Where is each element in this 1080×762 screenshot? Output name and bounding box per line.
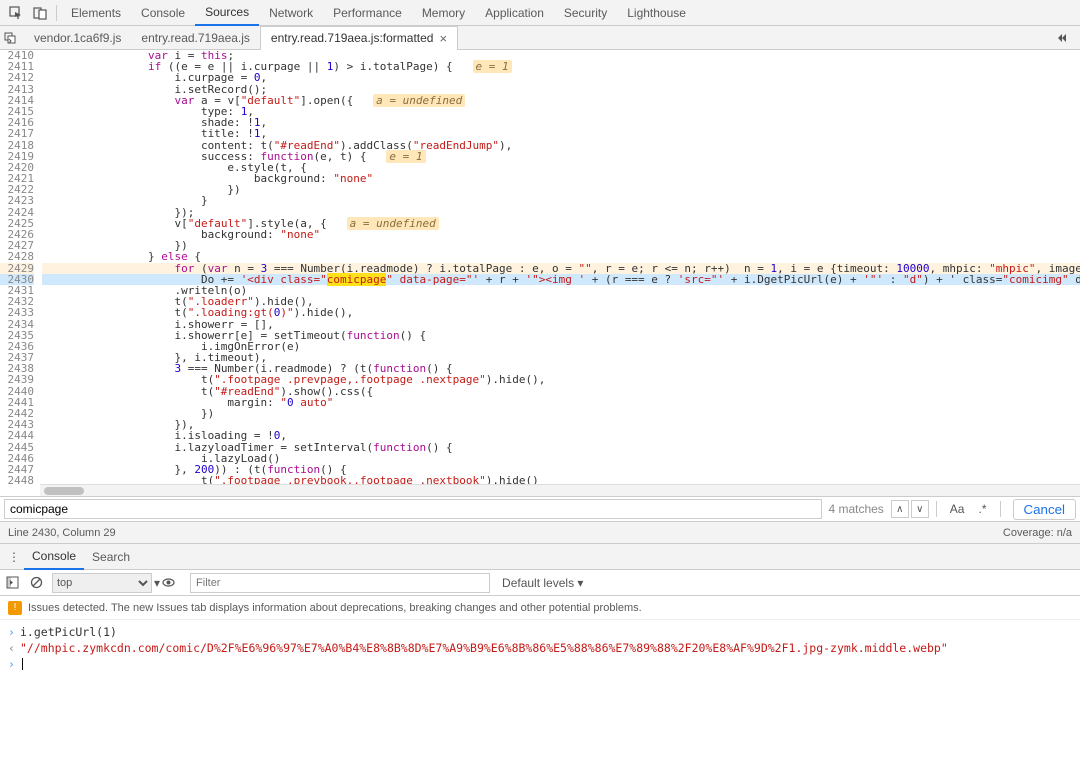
- warning-icon: !: [8, 601, 22, 615]
- prev-match-button[interactable]: ∧: [891, 500, 909, 518]
- context-select[interactable]: top: [52, 573, 152, 593]
- caret: [22, 658, 23, 670]
- scrollbar-thumb[interactable]: [44, 487, 84, 495]
- code-line[interactable]: background: "none": [42, 229, 1080, 240]
- levels-select[interactable]: Default levels ▾: [502, 576, 583, 590]
- coverage-status: Coverage: n/a: [1003, 527, 1072, 539]
- code-line[interactable]: t(".loading:gt(0)").hide(),: [42, 307, 1080, 318]
- regex-toggle[interactable]: .*: [975, 502, 989, 516]
- console-prompt[interactable]: ›: [8, 656, 1072, 672]
- chevron-right-icon: ›: [8, 656, 20, 672]
- tab-application[interactable]: Application: [475, 0, 554, 26]
- tab-network[interactable]: Network: [259, 0, 323, 26]
- case-toggle[interactable]: Aa: [947, 502, 968, 516]
- clear-console-icon[interactable]: [30, 576, 50, 589]
- cursor-position: Line 2430, Column 29: [8, 527, 116, 539]
- code-line[interactable]: }): [42, 408, 1080, 419]
- cancel-button[interactable]: Cancel: [1013, 499, 1077, 520]
- inspect-icon[interactable]: [6, 3, 26, 23]
- file-tab-1[interactable]: entry.read.719aea.js: [131, 26, 260, 50]
- file-tab-0[interactable]: vendor.1ca6f9.js: [24, 26, 131, 50]
- chevron-right-icon: ›: [8, 624, 20, 640]
- drawer-tab-console[interactable]: Console: [24, 544, 84, 570]
- tabs-overflow-icon[interactable]: [1056, 32, 1076, 44]
- divider: [56, 5, 57, 21]
- drawer-grip-icon[interactable]: ⋮: [8, 550, 20, 564]
- chevron-left-icon: ‹: [8, 640, 20, 656]
- console-output-row: ‹ "//mhpic.zymkcdn.com/comic/D%2F%E6%96%…: [8, 640, 1072, 656]
- device-icon[interactable]: [30, 3, 50, 23]
- code-line[interactable]: }: [42, 195, 1080, 206]
- tab-console[interactable]: Console: [131, 0, 195, 26]
- divider: [936, 501, 937, 517]
- live-expr-icon[interactable]: [162, 576, 182, 589]
- tab-performance[interactable]: Performance: [323, 0, 412, 26]
- code-line[interactable]: t(".footpage .prevbook,.footpage .nextbo…: [42, 475, 1080, 484]
- file-tab-label: entry.read.719aea.js:formatted: [271, 31, 434, 45]
- drawer-tab-search[interactable]: Search: [84, 544, 138, 570]
- next-match-button[interactable]: ∨: [911, 500, 929, 518]
- code-line[interactable]: title: !1,: [42, 128, 1080, 139]
- code-line[interactable]: i.curpage = 0,: [42, 72, 1080, 83]
- issues-text: Issues detected. The new Issues tab disp…: [28, 602, 642, 614]
- tab-memory[interactable]: Memory: [412, 0, 475, 26]
- tab-sources[interactable]: Sources: [195, 0, 259, 26]
- search-match-count: 4 matches: [828, 502, 883, 516]
- console-output-text: "//mhpic.zymkcdn.com/comic/D%2F%E6%96%97…: [20, 640, 1072, 656]
- file-tab-2[interactable]: entry.read.719aea.js:formatted ×: [260, 26, 458, 50]
- tab-elements[interactable]: Elements: [61, 0, 131, 26]
- code-line[interactable]: content: t("#readEnd").addClass("readEnd…: [42, 140, 1080, 151]
- pages-icon[interactable]: [4, 32, 24, 44]
- close-icon[interactable]: ×: [439, 31, 447, 46]
- search-input[interactable]: [4, 499, 822, 519]
- filter-input[interactable]: [190, 573, 490, 593]
- console-input-row: › i.getPicUrl(1): [8, 624, 1072, 640]
- code-line[interactable]: t(".footpage .prevpage,.footpage .nextpa…: [42, 374, 1080, 385]
- h-scrollbar[interactable]: [40, 484, 1080, 496]
- console-input-text: i.getPicUrl(1): [20, 624, 1072, 640]
- code-line[interactable]: i.showerr = [],: [42, 319, 1080, 330]
- divider: [1000, 501, 1001, 517]
- tab-lighthouse[interactable]: Lighthouse: [617, 0, 696, 26]
- tab-security[interactable]: Security: [554, 0, 617, 26]
- sidebar-toggle-icon[interactable]: [6, 576, 26, 589]
- code-line[interactable]: i.isloading = !0,: [42, 430, 1080, 441]
